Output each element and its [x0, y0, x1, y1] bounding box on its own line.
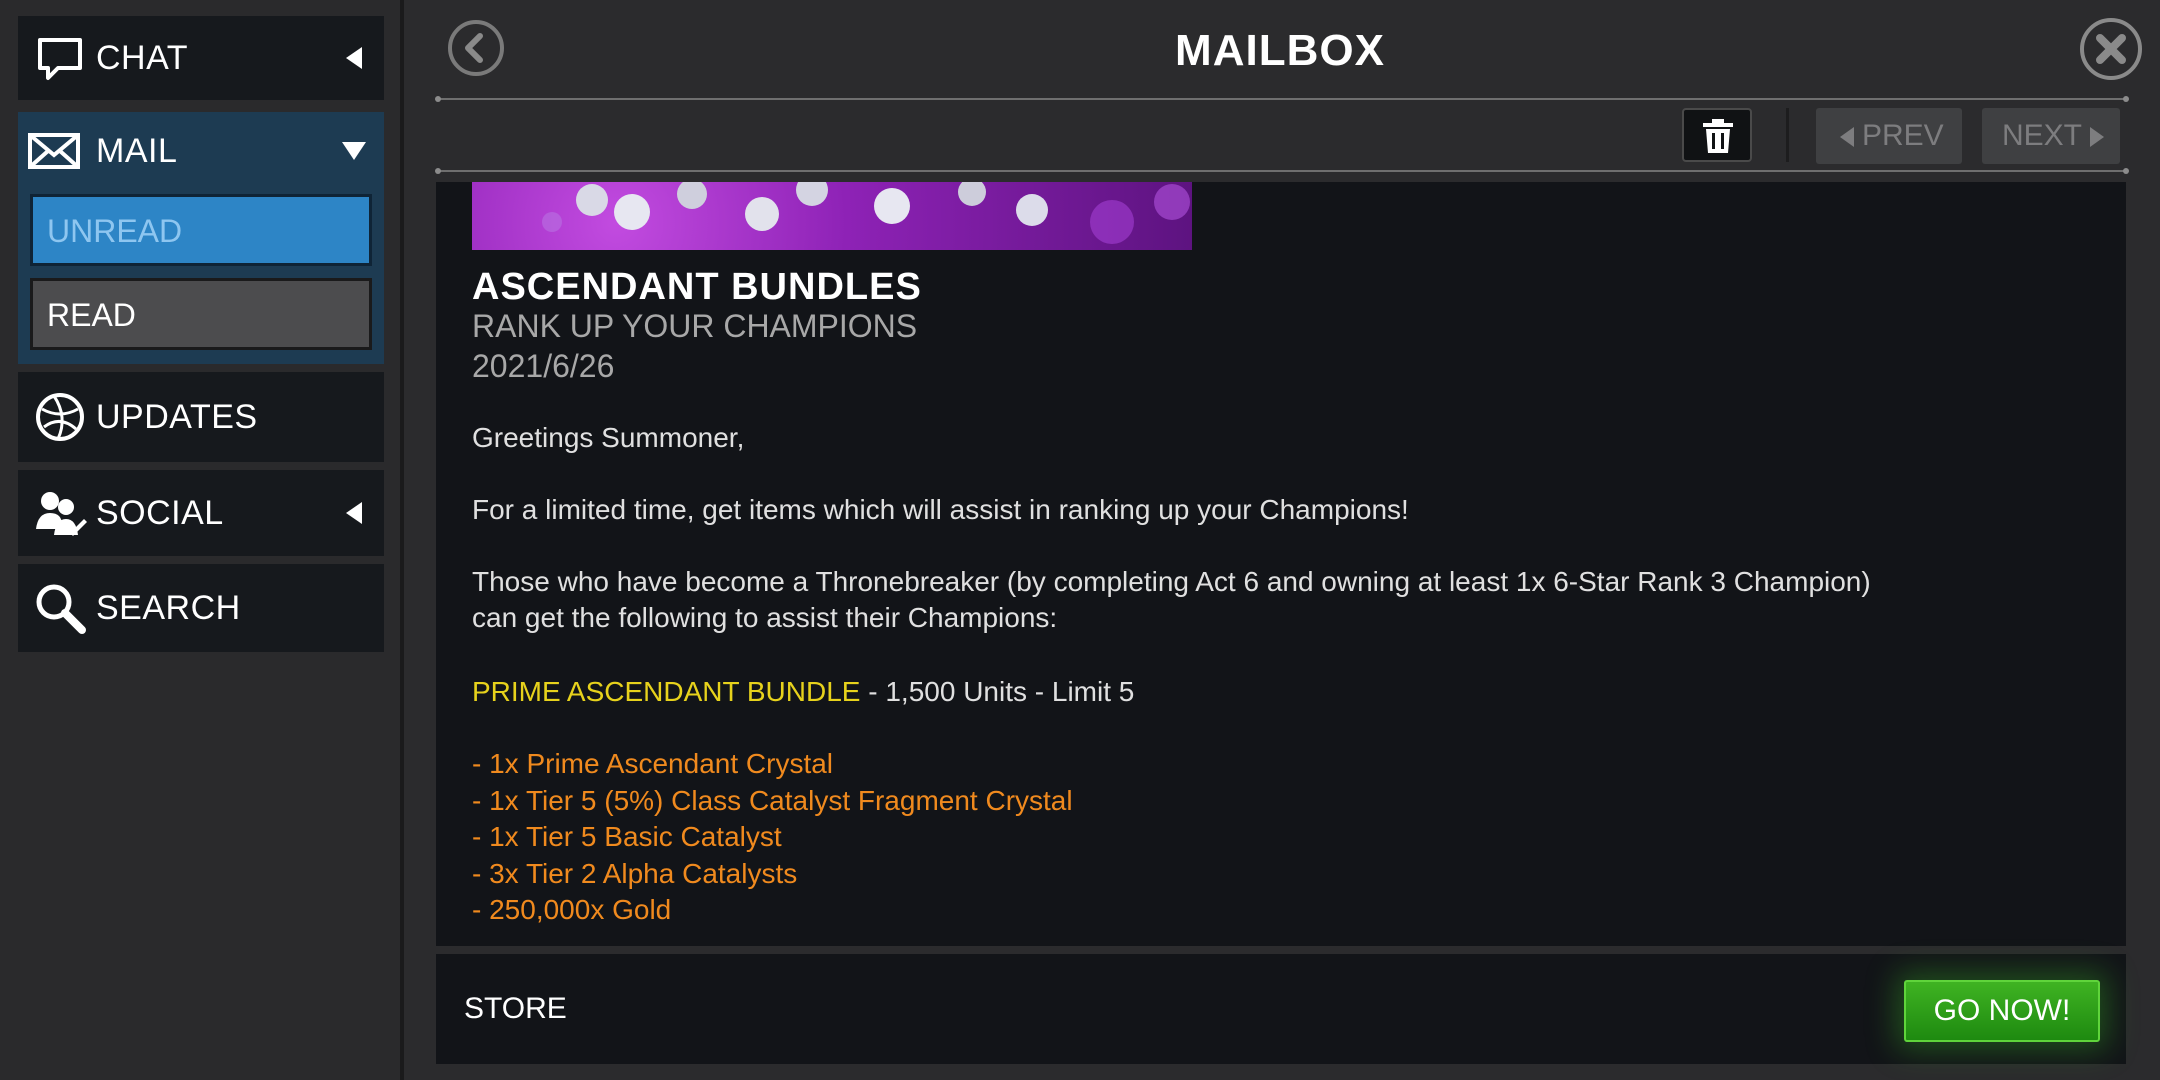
message-paragraph: For a limited time, get items which will…: [472, 494, 1409, 525]
divider: [2123, 96, 2129, 102]
store-label: STORE: [464, 992, 567, 1025]
sidebar-item-updates[interactable]: UPDATES: [18, 372, 384, 462]
list-item: - 1x Tier 5 (5%) Class Catalyst Fragment…: [472, 784, 1073, 816]
bundle-details: - 1,500 Units - Limit 5: [860, 676, 1135, 707]
sidebar-item-label: UPDATES: [96, 397, 258, 436]
sidebar-item-mail[interactable]: MAIL: [18, 112, 384, 190]
message-subtitle: RANK UP YOUR CHAMPIONS: [472, 308, 918, 344]
list-item: - 3x Tier 2 Alpha Catalysts: [472, 857, 798, 889]
prev-button[interactable]: PREV: [1816, 108, 1962, 164]
sidebar-item-label: SOCIAL: [96, 493, 224, 532]
sidebar-item-label: MAIL: [96, 131, 178, 170]
people-icon: [32, 485, 88, 541]
divider: [438, 98, 2126, 100]
divider: [438, 170, 2126, 172]
triangle-right-icon: [2090, 127, 2105, 147]
next-button[interactable]: NEXT: [1982, 108, 2120, 164]
chevron-down-icon: [342, 142, 366, 160]
message-body[interactable]: ASCENDANT BUNDLES RANK UP YOUR CHAMPIONS…: [436, 182, 2126, 946]
sidebar-item-label: SEARCH: [96, 588, 241, 627]
list-item: - 1x Tier 5 Basic Catalyst: [472, 821, 782, 852]
sidebar-item-chat[interactable]: CHAT: [18, 16, 384, 100]
bundle-line: PRIME ASCENDANT BUNDLE - 1,500 Units - L…: [472, 674, 2092, 710]
chevron-left-icon: [346, 502, 362, 524]
list-item: - 1x Prime Ascendant Crystal: [472, 748, 834, 779]
back-button[interactable]: [448, 20, 504, 76]
mail-group: MAIL UNREAD READ: [18, 112, 384, 364]
chevron-left-icon: [465, 33, 483, 63]
go-now-button[interactable]: GO NOW!: [1904, 980, 2100, 1042]
message-greeting: Greetings Summoner,: [472, 422, 745, 453]
item-list: - 1x Prime Ascendant Crystal - 1x Tier 5…: [472, 746, 1073, 929]
trash-icon: [1703, 119, 1733, 153]
bundle-name: PRIME ASCENDANT BUNDLE: [472, 676, 861, 707]
delete-button[interactable]: [1682, 108, 1752, 162]
triangle-left-icon: [1840, 127, 1854, 147]
divider: [2123, 168, 2129, 174]
envelope-icon: [26, 123, 82, 179]
page-title: MAILBOX: [1175, 26, 1385, 75]
chevron-left-icon: [346, 47, 362, 69]
sidebar-item-label: CHAT: [96, 38, 189, 77]
message-paragraph: Those who have become a Thronebreaker (b…: [472, 564, 2092, 636]
divider: [435, 168, 441, 174]
message-title: ASCENDANT BUNDLES: [472, 266, 922, 308]
divider: [435, 96, 441, 102]
globe-icon: [32, 389, 88, 445]
mail-unread-button[interactable]: UNREAD: [30, 194, 372, 266]
magnifier-icon: [32, 580, 88, 636]
close-icon: [2096, 34, 2126, 64]
message-footer: STORE GO NOW!: [436, 954, 2126, 1064]
message-line: can get the following to assist their Ch…: [472, 602, 1058, 633]
message-date: 2021/6/26: [472, 348, 615, 384]
sidebar-item-search[interactable]: SEARCH: [18, 564, 384, 652]
speech-bubble-icon: [32, 30, 88, 86]
banner-image: [472, 182, 1192, 250]
sidebar: CHAT MAIL UNREAD READ UPDATES SOCIAL SEA…: [0, 0, 400, 1080]
list-item: - 250,000x Gold: [472, 894, 672, 925]
close-button[interactable]: [2080, 18, 2142, 80]
divider: [1786, 108, 1789, 162]
next-label: NEXT: [2002, 119, 2083, 152]
mail-read-button[interactable]: READ: [30, 278, 372, 350]
prev-label: PREV: [1862, 119, 1944, 152]
sidebar-item-social[interactable]: SOCIAL: [18, 470, 384, 556]
message-line: Those who have become a Thronebreaker (b…: [472, 566, 1871, 597]
